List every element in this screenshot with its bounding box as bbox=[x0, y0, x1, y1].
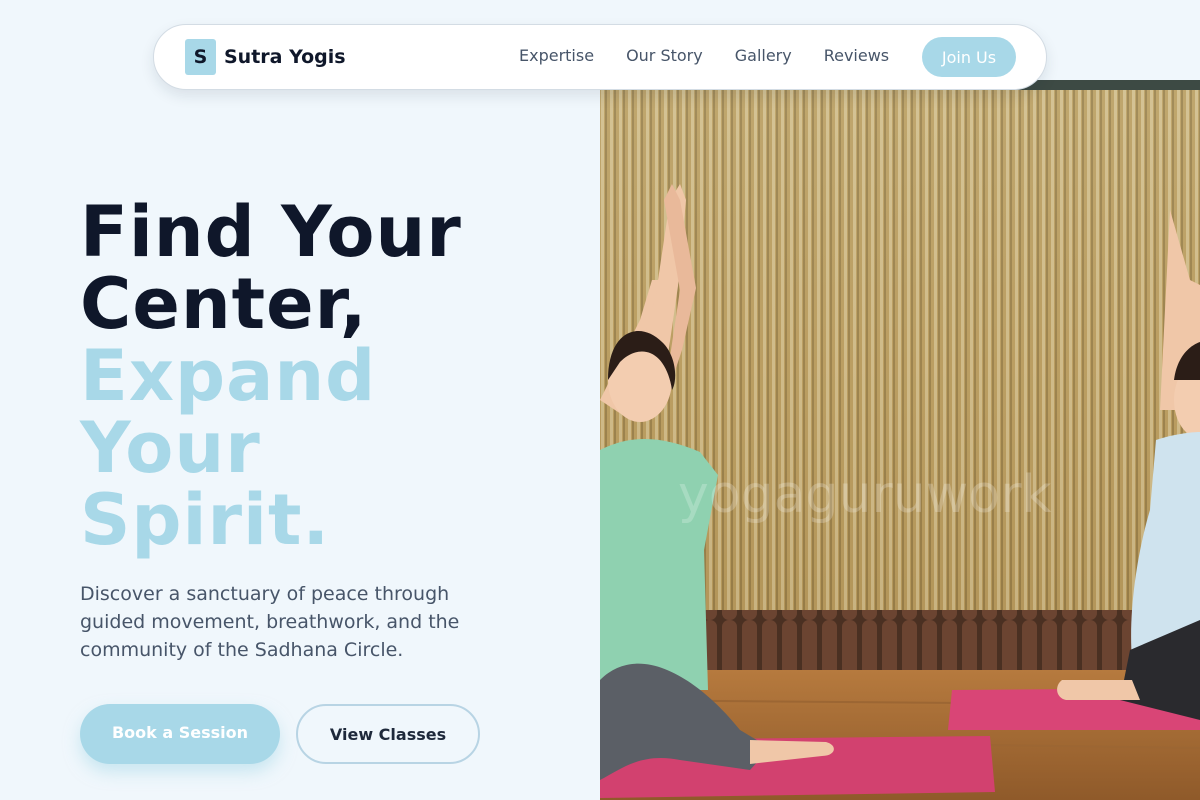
watermark-text: yogaguruwork bbox=[678, 465, 1052, 525]
hero-title-line: Find Your bbox=[80, 191, 462, 273]
yoga-class-illustration: yogaguruwork bbox=[600, 80, 1200, 800]
nav-link-our-story[interactable]: Our Story bbox=[626, 46, 703, 65]
hero-photo: yogaguruwork bbox=[600, 80, 1200, 800]
brand-mark-icon: S bbox=[185, 39, 216, 75]
hero-title: Find Your Center, Expand Your Spirit. bbox=[80, 196, 462, 556]
brand-logo[interactable]: S Sutra Yogis bbox=[185, 39, 346, 75]
nav-link-gallery[interactable]: Gallery bbox=[735, 46, 792, 65]
hero-title-accent-line: Expand bbox=[80, 335, 377, 417]
nav-links: Expertise Our Story Gallery Reviews bbox=[519, 46, 889, 65]
book-session-button[interactable]: Book a Session bbox=[80, 704, 280, 764]
brand-name: Sutra Yogis bbox=[224, 46, 346, 68]
join-us-button[interactable]: Join Us bbox=[922, 37, 1016, 77]
view-classes-button[interactable]: View Classes bbox=[296, 704, 480, 764]
top-navigation: S Sutra Yogis Expertise Our Story Galler… bbox=[153, 24, 1047, 90]
hero-subtitle: Discover a sanctuary of peace through gu… bbox=[80, 583, 460, 661]
hero-title-accent-line: Your bbox=[80, 407, 261, 489]
hero-title-accent-line: Spirit. bbox=[80, 479, 331, 561]
nav-link-reviews[interactable]: Reviews bbox=[824, 46, 889, 65]
nav-link-expertise[interactable]: Expertise bbox=[519, 46, 594, 65]
hero-title-line: Center, bbox=[80, 263, 368, 345]
